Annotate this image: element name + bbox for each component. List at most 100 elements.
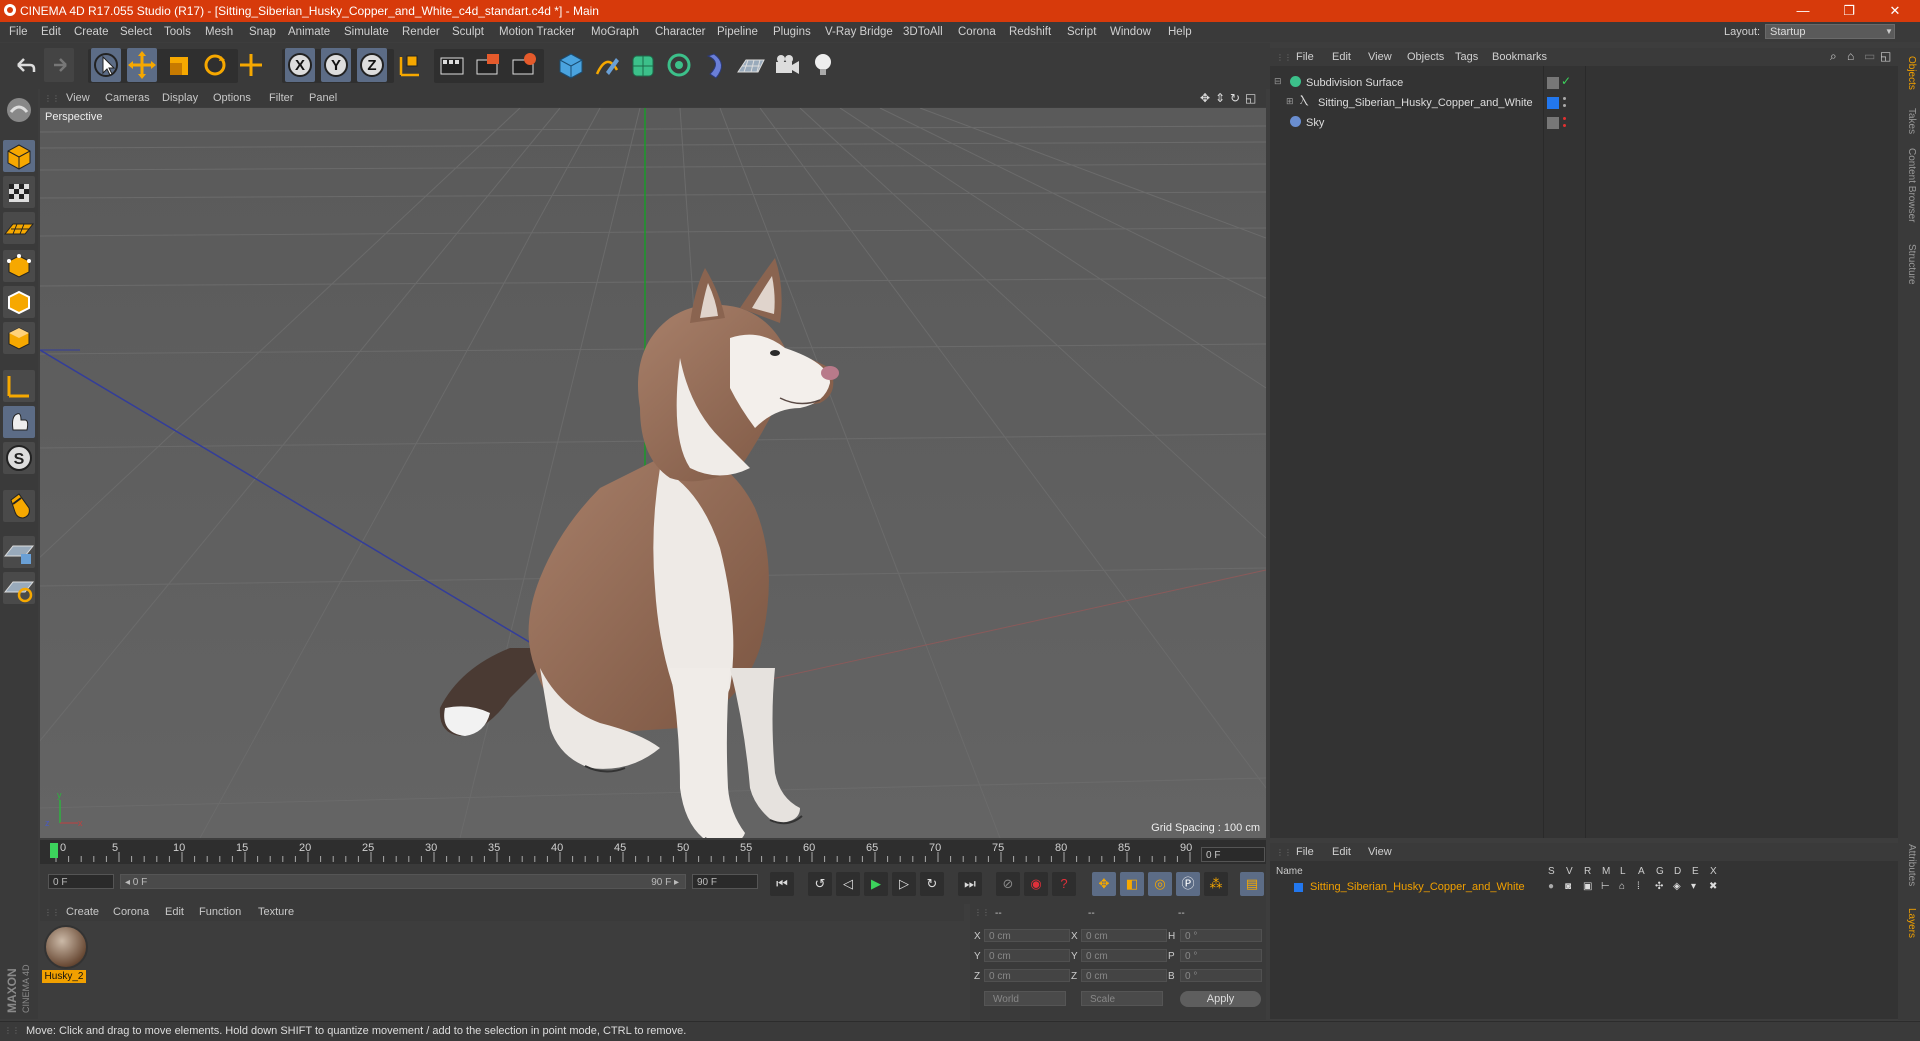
viewport-maximize-icon[interactable]: ◱	[1245, 91, 1256, 105]
key-position-icon[interactable]: ✥	[1092, 872, 1116, 896]
start-frame-field[interactable]: 0 F	[48, 874, 114, 889]
material-name[interactable]: Husky_2	[42, 970, 86, 983]
coordinate-space-select[interactable]: World	[984, 991, 1066, 1006]
redo-icon[interactable]	[44, 48, 74, 82]
perspective-viewport[interactable]: y x z Perspective Grid Spacing : 100 cm	[40, 108, 1266, 838]
object-menu-edit[interactable]: Edit	[1332, 51, 1351, 63]
menu-window[interactable]: Window	[1110, 26, 1151, 38]
position-z-field[interactable]: 0 cm	[984, 969, 1070, 982]
layer-menu-view[interactable]: View	[1368, 846, 1392, 858]
generator-toggle-icon[interactable]: ✣	[1655, 881, 1663, 892]
material-menu-create[interactable]: Create	[66, 906, 99, 918]
viewport-zoom-icon[interactable]: ⇕	[1215, 91, 1225, 105]
object-menu-objects[interactable]: Objects	[1407, 51, 1444, 63]
visibility-render-dot[interactable]	[1563, 124, 1566, 127]
material-thumbnail[interactable]	[44, 925, 88, 969]
animation-toggle-icon[interactable]: ⁞	[1637, 881, 1640, 892]
record-disabled-icon[interactable]: ⊘	[996, 872, 1020, 896]
edges-mode-icon[interactable]	[3, 286, 35, 318]
menu-file[interactable]: File	[9, 26, 28, 38]
render-toggle-icon[interactable]: ▣	[1583, 881, 1592, 892]
new-view-icon[interactable]: ▭	[1864, 49, 1875, 63]
object-menu-view[interactable]: View	[1368, 51, 1392, 63]
lock-toggle-icon[interactable]: ⌂	[1619, 881, 1625, 892]
tag-icon[interactable]	[1547, 77, 1559, 89]
record-active-objects-icon[interactable]: ◉	[1024, 872, 1048, 896]
timeline-ruler[interactable]: 0 5 10 15 20 25 30 35 40 45 50 55 60 65 …	[40, 840, 1266, 864]
layer-name[interactable]: Sitting_Siberian_Husky_Copper_and_White	[1310, 881, 1525, 893]
transform-icon[interactable]	[236, 48, 266, 82]
size-y-field[interactable]: 0 cm	[1081, 949, 1167, 962]
tab-objects[interactable]: Objects	[1901, 56, 1917, 90]
layer-color-icon[interactable]	[1547, 97, 1559, 109]
previous-frame-icon[interactable]: ◁	[836, 872, 860, 896]
viewport-menu-options[interactable]: Options	[213, 92, 251, 104]
light-icon[interactable]	[808, 48, 838, 82]
menu-corona[interactable]: Corona	[958, 26, 996, 38]
material-menu-function[interactable]: Function	[199, 906, 241, 918]
menu-animate[interactable]: Animate	[288, 26, 330, 38]
visibility-render-dot[interactable]	[1563, 104, 1566, 107]
minimize-button[interactable]: —	[1780, 0, 1826, 22]
pen-icon[interactable]	[592, 48, 622, 82]
viewport-menu-view[interactable]: View	[66, 92, 90, 104]
play-forward-icon[interactable]: ▶	[864, 872, 888, 896]
axis-y-icon[interactable]: Y	[321, 48, 351, 82]
tag-icon[interactable]	[1547, 117, 1559, 129]
object-menu-bookmarks[interactable]: Bookmarks	[1492, 51, 1547, 63]
menu-snap[interactable]: Snap	[249, 26, 276, 38]
maximize-panel-icon[interactable]: ◱	[1880, 49, 1891, 63]
menu-redshift[interactable]: Redshift	[1009, 26, 1051, 38]
render-picture-viewer-icon[interactable]	[473, 48, 503, 82]
floor-icon[interactable]	[736, 48, 766, 82]
key-rotation-icon[interactable]: ◎	[1148, 872, 1172, 896]
menu-help[interactable]: Help	[1168, 26, 1192, 38]
view-toggle-icon[interactable]: ◙	[1565, 881, 1571, 892]
frame-range-slider[interactable]: ◂ 0 F 90 F ▸	[120, 874, 686, 889]
tweak-mode-icon[interactable]	[3, 406, 35, 438]
layer-col-animation[interactable]: A	[1638, 866, 1645, 877]
undo-icon[interactable]	[10, 48, 40, 82]
camera-icon[interactable]	[772, 48, 802, 82]
snap-icon[interactable]: S	[3, 442, 35, 474]
viewport-rotate-icon[interactable]: ↻	[1230, 91, 1240, 105]
layer-color-swatch[interactable]	[1294, 883, 1303, 892]
size-x-field[interactable]: 0 cm	[1081, 929, 1167, 942]
enabled-check-icon[interactable]: ✓	[1561, 74, 1571, 88]
playhead[interactable]	[50, 843, 58, 858]
object-row-husky[interactable]: ⊞ Ⲗ Sitting_Siberian_Husky_Copper_and_Wh…	[1272, 95, 1542, 111]
tab-structure[interactable]: Structure	[1901, 244, 1917, 285]
menu-motion-tracker[interactable]: Motion Tracker	[499, 26, 575, 38]
menu-3dtoall[interactable]: 3DToAll	[903, 26, 943, 38]
layer-menu-edit[interactable]: Edit	[1332, 846, 1351, 858]
close-button[interactable]: ✕	[1872, 0, 1918, 22]
rotation-h-field[interactable]: 0 °	[1180, 929, 1262, 942]
axis-mode-icon[interactable]	[3, 370, 35, 402]
layer-row[interactable]: Sitting_Siberian_Husky_Copper_and_White …	[1272, 881, 1896, 895]
layer-col-deformers[interactable]: D	[1674, 866, 1681, 877]
layer-col-solo[interactable]: S	[1548, 866, 1555, 877]
texture-mode-icon[interactable]	[3, 176, 35, 208]
polygons-mode-icon[interactable]	[3, 322, 35, 354]
key-scale-icon[interactable]: ◧	[1120, 872, 1144, 896]
make-editable-icon[interactable]	[3, 94, 35, 126]
viewport-menu-filter[interactable]: Filter	[269, 92, 293, 104]
array-icon[interactable]	[664, 48, 694, 82]
menu-mesh[interactable]: Mesh	[205, 26, 233, 38]
end-frame-field[interactable]: 90 F	[692, 874, 758, 889]
layer-col-render[interactable]: R	[1584, 866, 1591, 877]
material-menu-texture[interactable]: Texture	[258, 906, 294, 918]
menu-tools[interactable]: Tools	[164, 26, 191, 38]
menu-simulate[interactable]: Simulate	[344, 26, 389, 38]
menu-vray-bridge[interactable]: V-Ray Bridge	[825, 26, 893, 38]
menu-render[interactable]: Render	[402, 26, 440, 38]
viewport-menu-panel[interactable]: Panel	[309, 92, 337, 104]
render-settings-icon[interactable]	[509, 48, 539, 82]
tab-content-browser[interactable]: Content Browser	[1901, 148, 1917, 222]
axis-z-icon[interactable]: Z	[357, 48, 387, 82]
key-pla-icon[interactable]: ⁂	[1204, 872, 1228, 896]
solo-toggle-icon[interactable]: ●	[1548, 881, 1554, 892]
menu-pipeline[interactable]: Pipeline	[717, 26, 758, 38]
subdivision-icon[interactable]	[628, 48, 658, 82]
manager-toggle-icon[interactable]: ⊢	[1601, 881, 1610, 892]
